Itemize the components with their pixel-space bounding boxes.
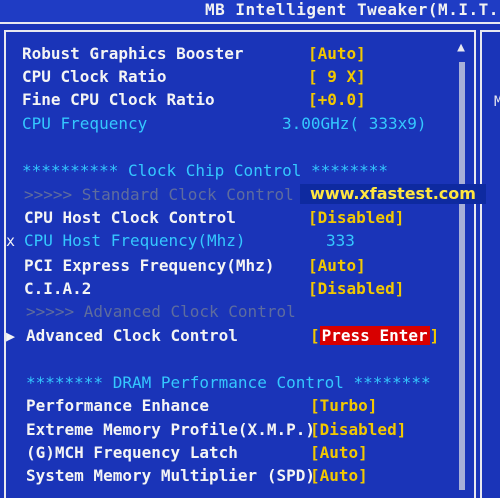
scroll-up-icon[interactable]: ▲: [454, 40, 468, 56]
submenu-action[interactable]: [Press Enter]: [310, 325, 439, 347]
setting-label: Robust Graphics Booster: [22, 44, 244, 63]
setting-value[interactable]: [Auto]: [310, 442, 368, 464]
subsection-heading: >>>>> Standard Clock Control: [24, 185, 294, 204]
help-panel-text: M: [494, 94, 500, 110]
subsection-heading: >>>>> Advanced Clock Control: [26, 302, 296, 321]
info-label: CPU Frequency: [22, 114, 148, 133]
setting-label: System Memory Multiplier (SPD): [26, 466, 315, 485]
watermark: www.xfastest.com: [300, 184, 486, 204]
title-bar: MB Intelligent Tweaker(M.I.T.): [0, 0, 500, 24]
setting-value[interactable]: [Auto]: [310, 465, 368, 487]
setting-label: (G)MCH Frequency Latch: [26, 443, 238, 462]
press-enter-button[interactable]: Press Enter: [319, 326, 430, 345]
setting-value[interactable]: [Disabled]: [310, 419, 406, 441]
section-heading: ********** Clock Chip Control ********: [22, 161, 389, 180]
setting-value[interactable]: [Disabled]: [308, 278, 404, 300]
setting-label: Fine CPU Clock Ratio: [22, 90, 215, 109]
info-value: 3.00GHz( 333x9): [282, 114, 427, 133]
submenu-label: Advanced Clock Control: [26, 326, 238, 345]
setting-value[interactable]: [Turbo]: [310, 395, 377, 417]
setting-value[interactable]: [+0.0]: [308, 89, 366, 111]
setting-label: Performance Enhance: [26, 396, 210, 415]
setting-value[interactable]: [Auto]: [308, 255, 366, 277]
setting-label: PCI Express Frequency(Mhz): [24, 256, 275, 275]
setting-value[interactable]: [Disabled]: [308, 207, 404, 229]
section-heading: ******** DRAM Performance Control ******…: [26, 373, 431, 392]
setting-value: 333: [326, 231, 355, 250]
scroll-track[interactable]: [459, 62, 465, 490]
page-title: MB Intelligent Tweaker(M.I.T.): [205, 0, 500, 19]
setting-value[interactable]: [ 9 X]: [308, 66, 366, 88]
submenu-arrow-icon: ▶: [6, 327, 16, 345]
disabled-marker-icon: x: [6, 232, 16, 250]
setting-label: CPU Clock Ratio: [22, 67, 167, 86]
setting-label: C.I.A.2: [24, 279, 92, 298]
scrollbar[interactable]: ▲: [454, 40, 468, 490]
help-panel: M: [480, 30, 500, 498]
setting-label: Extreme Memory Profile(X.M.P.): [26, 420, 315, 439]
setting-label: CPU Host Clock Control: [24, 208, 236, 227]
setting-label: CPU Host Frequency(Mhz): [24, 231, 246, 250]
setting-value[interactable]: [Auto]: [308, 43, 366, 65]
